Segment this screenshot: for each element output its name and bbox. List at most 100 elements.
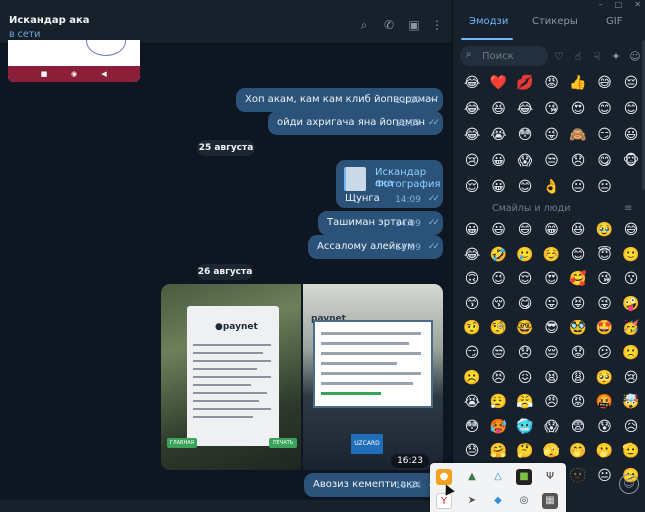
emoji-cell[interactable]: 🤯 [621,392,641,412]
emoji-cell[interactable]: 😆 [568,220,588,240]
emoji-cell[interactable]: 😂 [462,99,482,119]
smile-icon[interactable]: ☺ [628,50,642,64]
emoji-cell[interactable]: 😗 [621,269,641,289]
photo-thumbnail[interactable] [344,167,366,191]
emoji-cell[interactable]: 😥 [621,417,641,437]
emoji-cell[interactable]: ❤️ [489,73,509,93]
emoji-cell[interactable]: 😍 [568,99,588,119]
photo-terminal-right[interactable]: paynet UZCARD 16:23 [303,284,443,470]
emoji-cell[interactable]: 🤨 [462,318,482,338]
emoji-cell[interactable]: 😮‍💨 [489,392,509,412]
emoji-cell[interactable]: 😊 [568,245,588,265]
emoji-cell[interactable]: 😚 [489,294,509,314]
message-bubble[interactable]: Авозиз кемепти ака 16:24 ✓✓ [304,473,443,497]
tab-gif[interactable]: GIF [606,16,622,27]
emoji-cell[interactable]: 😢 [621,368,641,388]
emoji-cell[interactable]: 😞 [515,343,535,363]
search-icon[interactable]: ⌕ [357,18,371,32]
shield-icon[interactable]: ◆ [490,493,506,509]
emoji-cell[interactable]: 🤩 [595,318,615,338]
emoji-cell[interactable]: 😂 [515,99,535,119]
image-preview[interactable]: ■ ◉ ◀ [8,40,140,82]
emoji-cell[interactable]: 💋 [515,73,535,93]
emoji-cell[interactable]: 😂 [462,125,482,145]
emoji-cell[interactable]: 😩 [568,368,588,388]
emoji-cell[interactable]: 🥰 [568,269,588,289]
emoji-cell[interactable]: 🙂 [621,245,641,265]
message-bubble[interactable]: Хоп акам, кам кам клиб йопвораман 11:07 … [236,88,443,112]
emoji-cell[interactable]: 🥲 [515,245,535,265]
emoji-cell[interactable]: 😳 [462,417,482,437]
nvidia-icon[interactable]: ■ [516,469,532,485]
message-bubble[interactable]: Ташиман эртага 14:09 ✓✓ [318,211,443,235]
emoji-cell[interactable]: 😰 [595,417,615,437]
search-input[interactable] [482,48,544,64]
yandex-icon[interactable]: Y [436,493,452,509]
emoji-cell[interactable]: 🤪 [621,294,641,314]
heart-icon[interactable]: ♡ [552,50,566,64]
chat-header[interactable]: Искандар ака в сети ⌕ ✆ ▣ ⋮ [0,0,452,44]
emoji-cell[interactable]: 🤔 [515,441,535,461]
photo-receipt-left[interactable]: ●paynet ГЛАВНАЯ ПЕЧАТЬ [161,284,301,470]
emoji-cell[interactable]: 🥸 [568,318,588,338]
emoji-cell[interactable]: 😏 [462,343,482,363]
message-composer[interactable] [0,500,452,512]
window-controls[interactable]: – □ ✕ [587,0,641,10]
emoji-cell[interactable]: 👍 [568,73,588,93]
emoji-cell[interactable]: 😁 [542,220,562,240]
emoji-cell[interactable]: 😜 [595,294,615,314]
emoji-cell[interactable]: 😘 [595,269,615,289]
emoji-cell[interactable]: 😄 [515,220,535,240]
emoji-cell[interactable]: ☹️ [462,368,482,388]
drive-icon[interactable]: △ [490,469,506,485]
emoji-cell[interactable]: 😔 [621,73,641,93]
emoji-cell[interactable]: 😜 [542,125,562,145]
emoji-cell[interactable]: 🤓 [515,318,535,338]
emoji-cell[interactable]: 😐 [595,466,615,486]
tab-emoji[interactable]: Эмодзи [469,16,508,27]
emoji-cell[interactable]: 😨 [568,417,588,437]
emoji-cell[interactable]: 😊 [595,99,615,119]
emoji-cell[interactable]: 😂 [462,245,482,265]
emoji-cell[interactable]: 😀 [462,220,482,240]
message-bubble[interactable]: Ассалому алейкум 14:09 ✓✓ [308,235,443,259]
emoji-cell[interactable]: 🥺 [595,368,615,388]
emoji-cell[interactable]: 🫣 [542,441,562,461]
emoji-cell[interactable]: 👌 [542,177,562,197]
emoji-cell[interactable]: 🙃 [462,269,482,289]
emoji-cell[interactable]: 🧐 [489,318,509,338]
sidebar-icon[interactable]: ▣ [407,18,421,32]
emoji-cell[interactable]: 😏 [595,125,615,145]
emoji-cell[interactable]: 🙁 [621,343,641,363]
emoji-cell[interactable]: 😕 [595,343,615,363]
more-icon[interactable]: ⋮ [430,18,444,32]
message-bubble[interactable]: ойди ахригача яна йопаман 11:07 ✓✓ [268,111,443,135]
emoji-cell[interactable]: 😠 [542,392,562,412]
emoji-cell[interactable]: 😅 [621,220,641,240]
emoji-cell[interactable]: 😡 [568,392,588,412]
emoji-cell[interactable]: 🥳 [621,318,641,338]
emoji-cell[interactable]: 🤣 [489,245,509,265]
close-icon[interactable]: ✕ [634,0,641,9]
emoji-cell[interactable]: 😘 [542,99,562,119]
emoji-cell[interactable]: 😢 [462,151,482,171]
emoji-cell[interactable]: 😖 [515,368,535,388]
emoji-cell[interactable]: 😀 [489,151,509,171]
emoji-cell[interactable]: 😃 [489,220,509,240]
emoji-cell[interactable]: 😌 [515,269,535,289]
emoji-cell[interactable]: 😍 [542,269,562,289]
emoji-cell[interactable]: 😱 [515,151,535,171]
network-icon[interactable]: ◎ [516,493,532,509]
emoji-cell[interactable]: 🙈 [568,125,588,145]
emoji-cell[interactable]: 🥹 [595,220,615,240]
emoji-search[interactable]: ⌕ [460,46,548,66]
layers-icon[interactable]: ▲ [464,469,480,485]
thumbs-down-icon[interactable]: ☟ [590,50,604,64]
emoji-cell[interactable]: 😔 [542,343,562,363]
thumbs-up-icon[interactable]: ☝ [571,50,585,64]
usb-icon[interactable]: Ψ [542,469,558,485]
emoji-cell[interactable]: 😌 [462,177,482,197]
emoji-cell[interactable]: 😣 [489,368,509,388]
emoji-cell[interactable]: 😤 [515,392,535,412]
phone-icon[interactable]: ✆ [382,18,396,32]
